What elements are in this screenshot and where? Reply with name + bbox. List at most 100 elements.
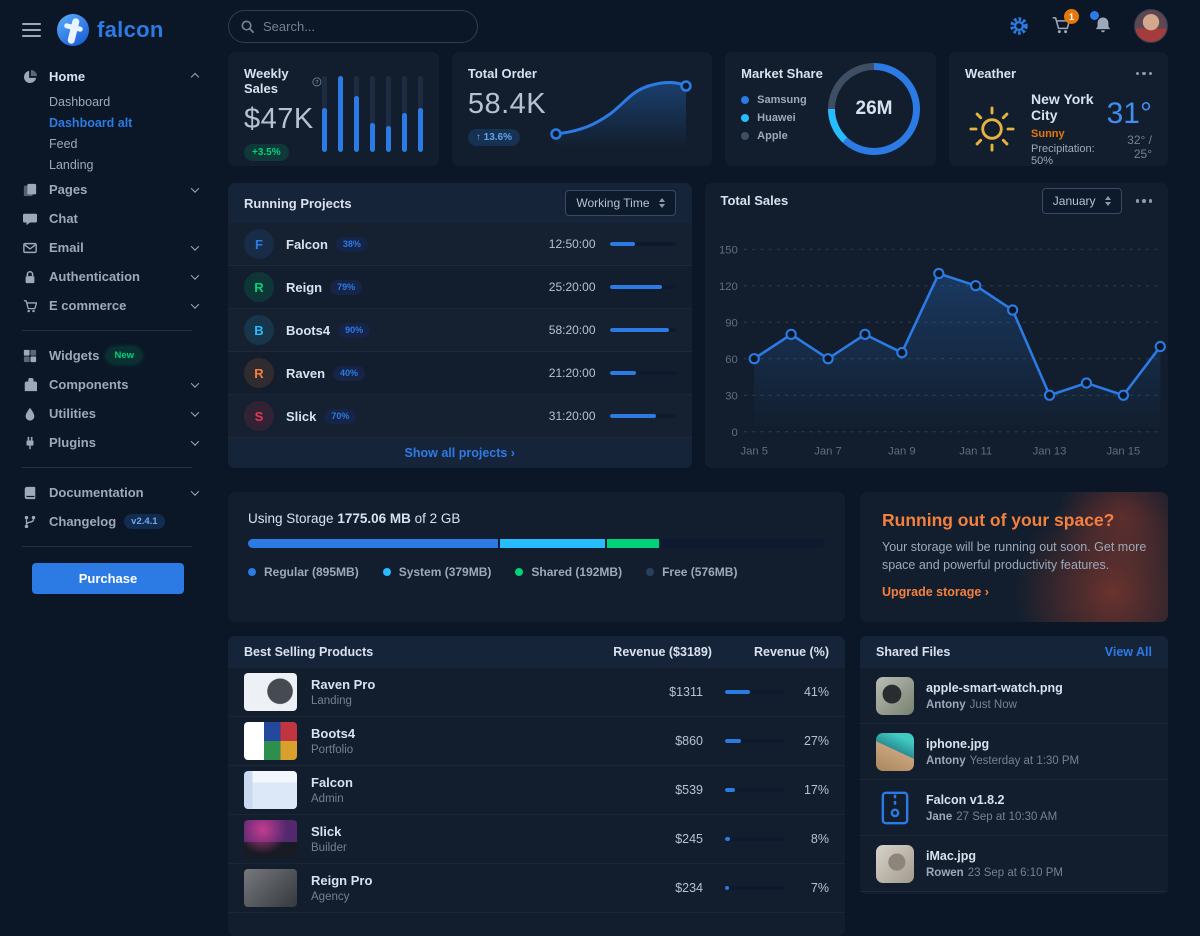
product-row[interactable]: Raven ProLanding$131141% <box>228 668 845 717</box>
product-thumbnail <box>244 722 297 760</box>
email-icon <box>22 240 38 256</box>
market-share-donut-chart: 26M <box>828 63 920 155</box>
product-category: Admin <box>311 793 353 805</box>
sidebar-item-changelog[interactable]: Changelog v2.4.1 <box>22 507 202 536</box>
info-question-icon[interactable]: ? <box>312 75 322 88</box>
sidebar-item-label: Changelog <box>49 514 116 529</box>
month-select[interactable]: January <box>1042 188 1122 214</box>
project-progress-badge: 90% <box>338 323 370 338</box>
weekly-sales-bar <box>386 76 391 152</box>
chevron-down-icon <box>191 408 199 416</box>
sidebar-badge: v2.4.1 <box>124 514 164 529</box>
file-name: Falcon v1.8.2 <box>926 793 1057 807</box>
product-progress-bar <box>725 886 785 890</box>
card-title: Weather <box>965 66 1016 81</box>
product-info: FalconAdmin <box>311 775 353 805</box>
view-all-link[interactable]: View All <box>1105 645 1152 659</box>
upgrade-storage-link[interactable]: Upgrade storage › <box>882 585 989 599</box>
purchase-button[interactable]: Purchase <box>32 563 184 594</box>
weekly-sales-value: $47K <box>244 103 322 136</box>
file-info: Falcon v1.8.2Jane27 Sep at 10:30 AM <box>926 793 1057 823</box>
product-row[interactable]: SlickBuilder$2458% <box>228 815 845 864</box>
project-progress-badge: 38% <box>336 237 368 252</box>
menu-toggle-icon[interactable] <box>22 23 41 37</box>
sidebar-item-widgets[interactable]: WidgetsNew <box>22 341 202 370</box>
product-row[interactable]: FalconAdmin$53917% <box>228 766 845 815</box>
file-row[interactable]: Falcon v1.8.2Jane27 Sep at 10:30 AM <box>860 780 1168 836</box>
cart-icon[interactable]: 1 <box>1050 15 1072 37</box>
project-row[interactable]: RReign79%25:20:00 <box>228 266 692 309</box>
sidebar-item-email[interactable]: Email <box>22 233 202 262</box>
product-row[interactable]: Boots4Portfolio$86027% <box>228 717 845 766</box>
ellipsis-menu-icon[interactable] <box>1136 72 1153 76</box>
sidebar-item-label: Components <box>49 377 128 392</box>
sidebar-item-e-commerce[interactable]: E commerce <box>22 291 202 320</box>
sidebar-item-authentication[interactable]: Authentication <box>22 262 202 291</box>
project-time: 12:50:00 <box>549 237 596 251</box>
ellipsis-menu-icon[interactable] <box>1136 199 1153 203</box>
sidebar-item-label: Utilities <box>49 406 96 421</box>
notifications-bell-icon[interactable] <box>1092 15 1114 37</box>
product-info: Boots4Portfolio <box>311 726 355 756</box>
project-row[interactable]: RRaven40%21:20:00 <box>228 352 692 395</box>
project-row[interactable]: BBoots490%58:20:00 <box>228 309 692 352</box>
svg-text:Jan 13: Jan 13 <box>1032 445 1066 457</box>
column-revenue-pct: Revenue (%) <box>754 645 829 659</box>
user-avatar[interactable] <box>1134 9 1168 43</box>
sidebar-item-dashboard-alt[interactable]: Dashboard alt <box>22 112 202 133</box>
project-time: 21:20:00 <box>549 366 596 380</box>
weekly-sales-bar <box>402 76 407 152</box>
storage-card: Using Storage 1775.06 MB of 2 GB Regular… <box>228 492 845 622</box>
cart-icon <box>22 298 38 314</box>
show-all-projects-link[interactable]: Show all projects › <box>228 438 692 468</box>
svg-text:Jan 5: Jan 5 <box>740 445 768 457</box>
panel-title: Shared Files <box>876 645 950 659</box>
project-name: Reign <box>286 280 322 295</box>
product-row[interactable]: Reign ProAgency$2347% <box>228 864 845 913</box>
sidebar-item-label: Plugins <box>49 435 96 450</box>
file-row[interactable]: iMac.jpgRowen23 Sep at 6:10 PM <box>860 836 1168 892</box>
sidebar-item-documentation[interactable]: Documentation <box>22 478 202 507</box>
sidebar-item-dashboard[interactable]: Dashboard <box>22 91 202 112</box>
search-input[interactable] <box>228 10 478 43</box>
sidebar-item-home[interactable]: Home <box>22 62 202 91</box>
svg-text:Jan 9: Jan 9 <box>888 445 916 457</box>
legend-item-huawei: Huawei <box>741 109 823 127</box>
market-share-legend: SamsungHuaweiApple <box>741 91 823 145</box>
product-name: Raven Pro <box>311 677 375 692</box>
settings-gear-icon[interactable] <box>1008 15 1030 37</box>
sidebar-item-label: Pages <box>49 182 87 197</box>
chevron-down-icon <box>191 242 199 250</box>
weekly-sales-card: Weekly Sales ? $47K +3.5% <box>228 52 439 166</box>
sidebar-divider <box>22 546 192 547</box>
sidebar-item-feed[interactable]: Feed <box>22 133 202 154</box>
sidebar-item-chat[interactable]: Chat <box>22 204 202 233</box>
legend-label: Free (576MB) <box>662 565 737 579</box>
product-name: Reign Pro <box>311 873 372 888</box>
working-time-select[interactable]: Working Time <box>565 190 675 216</box>
project-row[interactable]: FFalcon38%12:50:00 <box>228 223 692 266</box>
product-thumbnail <box>244 869 297 907</box>
product-revenue-pct: 27% <box>785 734 829 748</box>
falcon-logo[interactable]: falcon <box>57 14 164 46</box>
project-name: Boots4 <box>286 323 330 338</box>
sidebar: falcon HomeDashboardDashboard altFeedLan… <box>0 0 216 900</box>
sidebar-item-utilities[interactable]: Utilities <box>22 399 202 428</box>
file-row[interactable]: iphone.jpgAntonyYesterday at 1:30 PM <box>860 724 1168 780</box>
legend-dot <box>646 568 654 576</box>
panel-title: Running Projects <box>244 196 352 211</box>
product-list: Raven ProLanding$131141%Boots4Portfolio$… <box>228 668 845 913</box>
svg-text:120: 120 <box>719 281 738 293</box>
product-info: Raven ProLanding <box>311 677 375 707</box>
chart-pie-icon <box>22 69 38 85</box>
sidebar-item-pages[interactable]: Pages <box>22 175 202 204</box>
file-name: iphone.jpg <box>926 737 1079 751</box>
sidebar-item-label: Widgets <box>49 348 99 363</box>
sidebar-item-components[interactable]: Components <box>22 370 202 399</box>
sidebar-item-landing[interactable]: Landing <box>22 154 202 175</box>
file-list: apple-smart-watch.pngAntonyJust Nowiphon… <box>860 668 1168 892</box>
total-sales-line-chart: 1501209060300Jan 5Jan 7Jan 9Jan 11Jan 13… <box>705 219 1169 468</box>
project-row[interactable]: SSlick70%31:20:00 <box>228 395 692 438</box>
sidebar-item-plugins[interactable]: Plugins <box>22 428 202 457</box>
file-row[interactable]: apple-smart-watch.pngAntonyJust Now <box>860 668 1168 724</box>
